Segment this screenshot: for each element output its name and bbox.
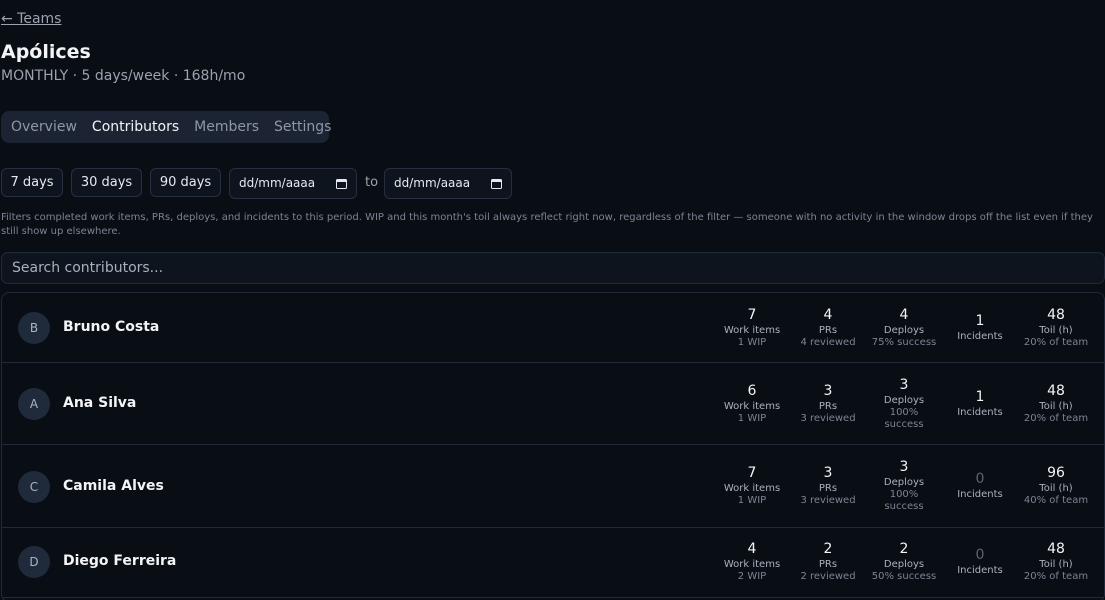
tab-contributors[interactable]: Contributors — [92, 119, 179, 135]
contributor-row[interactable]: A Ana Silva 6 Work items 1 WIP 3 PRs 3 r… — [2, 363, 1104, 445]
to-date-placeholder: dd/mm/aaaa — [394, 176, 471, 190]
toil-team-share: 20% of team — [1023, 337, 1089, 348]
deploy-success-rate: 100% success — [884, 489, 924, 512]
toil-value: 48 — [1047, 383, 1065, 399]
to-date-input[interactable]: dd/mm/aaaa — [384, 168, 512, 199]
toil-team-share: 20% of team — [1023, 413, 1089, 424]
back-to-teams-link[interactable]: ← Teams — [1, 11, 61, 27]
from-date-placeholder: dd/mm/aaaa — [239, 176, 316, 190]
toil-team-share: 40% of team — [1023, 495, 1089, 506]
contributors-list: B Bruno Costa 7 Work items 1 WIP 4 PRs 4… — [1, 292, 1105, 600]
tab-settings[interactable]: Settings — [274, 119, 331, 135]
toil-label: Toil (h) — [1039, 559, 1073, 570]
range-30-days-button[interactable]: 30 days — [71, 168, 142, 197]
calendar-icon[interactable] — [336, 178, 347, 189]
toil-value: 48 — [1047, 307, 1065, 323]
contributor-name: Diego Ferreira — [63, 553, 177, 569]
avatar: D — [18, 546, 50, 578]
from-date-input[interactable]: dd/mm/aaaa — [229, 168, 357, 199]
toil-label: Toil (h) — [1039, 325, 1073, 336]
tab-overview[interactable]: Overview — [11, 119, 77, 135]
team-schedule-subtitle: MONTHLY · 5 days/week · 168h/mo — [1, 68, 246, 84]
toil-stat: 48 Toil (h) 20% of team — [1011, 307, 1101, 349]
avatar: C — [18, 471, 50, 503]
avatar: B — [18, 312, 50, 344]
toil-stat: 96 Toil (h) 40% of team — [1011, 465, 1101, 507]
contributor-row[interactable]: D Diego Ferreira 4 Work items 2 WIP 2 PR… — [2, 528, 1104, 598]
range-90-days-button[interactable]: 90 days — [150, 168, 221, 197]
tab-members[interactable]: Members — [194, 119, 259, 135]
calendar-icon[interactable] — [491, 178, 502, 189]
search-contributors-input[interactable] — [1, 252, 1105, 284]
range-7-days-button[interactable]: 7 days — [1, 168, 63, 197]
toil-label: Toil (h) — [1039, 483, 1073, 494]
avatar: A — [18, 388, 50, 420]
page-title: Apólices — [1, 41, 91, 63]
team-tabs: Overview Contributors Members Settings — [1, 111, 331, 143]
toil-label: Toil (h) — [1039, 401, 1073, 412]
deploy-success-rate: 100% success — [884, 407, 924, 430]
toil-value: 96 — [1047, 465, 1065, 481]
contributor-row[interactable]: C Camila Alves 7 Work items 1 WIP 3 PRs … — [2, 445, 1104, 528]
date-range-to-label: to — [365, 175, 379, 190]
contributor-name: Camila Alves — [63, 478, 164, 494]
filter-help-text: Filters completed work items, PRs, deplo… — [1, 212, 1093, 237]
team-contributors-page: ← Teams Apólices MONTHLY · 5 days/week ·… — [0, 0, 1105, 600]
contributor-name: Bruno Costa — [63, 319, 160, 335]
contributor-row[interactable]: B Bruno Costa 7 Work items 1 WIP 4 PRs 4… — [2, 293, 1104, 363]
contributor-name: Ana Silva — [63, 395, 137, 411]
toil-value: 48 — [1047, 541, 1065, 557]
toil-stat: 48 Toil (h) 20% of team — [1011, 383, 1101, 425]
toil-stat: 48 Toil (h) 20% of team — [1011, 541, 1101, 583]
toil-team-share: 20% of team — [1023, 571, 1089, 582]
